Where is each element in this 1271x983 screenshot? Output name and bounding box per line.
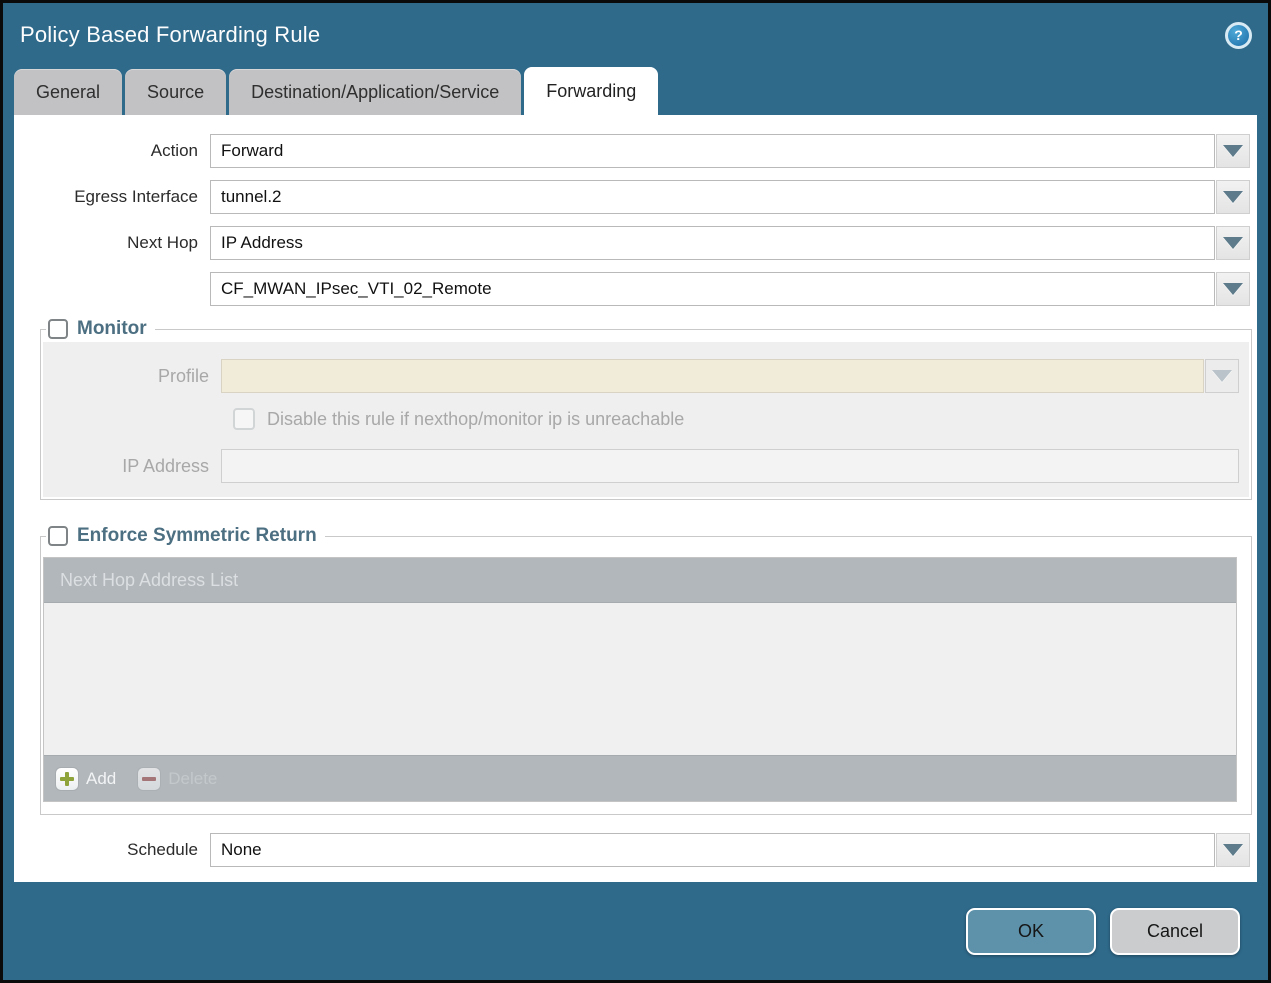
disable-rule-label: Disable this rule if nexthop/monitor ip … — [267, 409, 684, 430]
schedule-row: Schedule — [14, 833, 1257, 867]
tab-destination-application-service[interactable]: Destination/Application/Service — [229, 69, 521, 115]
next-hop-address-list-table: Next Hop Address List Add Delete — [43, 557, 1237, 802]
ok-button[interactable]: OK — [966, 908, 1096, 955]
add-button-label: Add — [86, 769, 116, 789]
dialog-title: Policy Based Forwarding Rule — [20, 22, 1225, 48]
next-hop-address-row — [14, 272, 1257, 306]
schedule-input[interactable] — [210, 833, 1215, 867]
action-row: Action — [14, 134, 1257, 168]
help-icon[interactable]: ? — [1225, 22, 1252, 49]
chevron-down-icon — [1223, 844, 1243, 856]
cancel-button[interactable]: Cancel — [1110, 908, 1240, 955]
tab-source[interactable]: Source — [125, 69, 226, 115]
delete-button-label: Delete — [168, 769, 217, 789]
schedule-dropdown-button[interactable] — [1216, 833, 1250, 867]
titlebar: Policy Based Forwarding Rule ? — [3, 3, 1268, 67]
monitor-ip-address-input — [221, 449, 1239, 483]
egress-interface-label: Egress Interface — [14, 187, 210, 207]
egress-interface-dropdown-button[interactable] — [1216, 180, 1250, 214]
table-footer-toolbar: Add Delete — [44, 755, 1236, 801]
chevron-down-icon — [1223, 237, 1243, 249]
tab-strip: General Source Destination/Application/S… — [3, 67, 1268, 115]
monitor-ip-address-label: IP Address — [43, 456, 221, 477]
tab-forwarding[interactable]: Forwarding — [524, 67, 658, 115]
forwarding-tab-panel: Action Egress Interface Next Hop — [14, 115, 1257, 882]
next-hop-address-list-body[interactable] — [44, 603, 1236, 755]
next-hop-row: Next Hop — [14, 226, 1257, 260]
minus-icon — [138, 768, 160, 790]
monitor-fieldset: Monitor Profile Disable this rule if nex… — [40, 318, 1252, 500]
next-hop-address-input[interactable] — [210, 272, 1215, 306]
profile-dropdown-button — [1205, 359, 1239, 393]
action-dropdown-button[interactable] — [1216, 134, 1250, 168]
chevron-down-icon — [1223, 191, 1243, 203]
next-hop-address-list-header[interactable]: Next Hop Address List — [44, 558, 1236, 603]
chevron-down-icon — [1223, 145, 1243, 157]
tab-general[interactable]: General — [14, 69, 122, 115]
enforce-symmetric-return-legend: Enforce Symmetric Return — [46, 525, 325, 547]
monitor-ip-address-row: IP Address — [43, 449, 1249, 483]
enforce-symmetric-return-fieldset: Enforce Symmetric Return Next Hop Addres… — [40, 525, 1252, 815]
add-button[interactable]: Add — [56, 768, 116, 790]
egress-interface-input[interactable] — [210, 180, 1215, 214]
monitor-legend: Monitor — [46, 318, 155, 340]
delete-button: Delete — [138, 768, 217, 790]
monitor-panel: Profile Disable this rule if nexthop/mon… — [43, 342, 1249, 497]
action-label: Action — [14, 141, 210, 161]
enforce-symmetric-return-legend-label: Enforce Symmetric Return — [77, 525, 317, 547]
chevron-down-icon — [1212, 370, 1232, 382]
policy-based-forwarding-dialog: Policy Based Forwarding Rule ? General S… — [0, 0, 1271, 983]
chevron-down-icon — [1223, 283, 1243, 295]
profile-label: Profile — [43, 366, 221, 387]
profile-input — [221, 359, 1204, 393]
next-hop-type-input[interactable] — [210, 226, 1215, 260]
dialog-footer: OK Cancel — [3, 882, 1268, 980]
next-hop-address-dropdown-button[interactable] — [1216, 272, 1250, 306]
egress-interface-row: Egress Interface — [14, 180, 1257, 214]
monitor-checkbox[interactable] — [48, 319, 68, 339]
action-input[interactable] — [210, 134, 1215, 168]
schedule-label: Schedule — [14, 840, 210, 860]
enforce-symmetric-return-checkbox[interactable] — [48, 526, 68, 546]
next-hop-dropdown-button[interactable] — [1216, 226, 1250, 260]
monitor-legend-label: Monitor — [77, 318, 147, 340]
plus-icon — [56, 768, 78, 790]
disable-rule-row: Disable this rule if nexthop/monitor ip … — [43, 408, 1249, 430]
disable-rule-checkbox — [233, 408, 255, 430]
next-hop-label: Next Hop — [14, 233, 210, 253]
profile-row: Profile — [43, 359, 1249, 393]
